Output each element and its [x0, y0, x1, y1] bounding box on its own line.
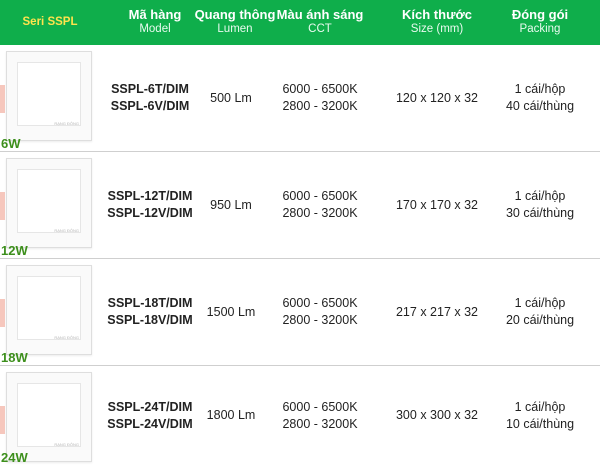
- packing-cell: 1 cái/hộp 10 cái/thùng: [490, 366, 590, 465]
- model-code: SSPL-12V/DIM: [107, 206, 193, 220]
- model-code: SSPL-24T/DIM: [107, 399, 193, 414]
- packing-value: 10 cái/thùng: [505, 416, 575, 431]
- brand-mark: RẠNG ĐÔNG: [54, 121, 79, 126]
- wattage-label: 6W: [1, 136, 21, 151]
- header-lumen-sub: Lumen: [217, 23, 253, 35]
- cct-cell: 6000 - 6500K 2800 - 3200K: [266, 45, 374, 151]
- series-label: Seri SSPL: [22, 16, 78, 28]
- packing-value: 1 cái/hộp: [514, 82, 566, 96]
- product-image: RẠNG ĐÔNG: [6, 158, 92, 248]
- packing-value: 1 cái/hộp: [514, 399, 566, 414]
- brand-mark: RẠNG ĐÔNG: [54, 228, 79, 233]
- lumen-cell: 950 Lm: [198, 152, 264, 258]
- wattage-label: 24W: [1, 450, 28, 465]
- model-code: SSPL-12T/DIM: [107, 189, 193, 203]
- header-size: Kích thước Size (mm): [384, 0, 490, 45]
- header-size-title: Kích thước: [402, 7, 472, 22]
- image-accent: [0, 192, 5, 220]
- model-code: SSPL-24V/DIM: [107, 416, 193, 431]
- cct-value: 6000 - 6500K: [282, 399, 358, 414]
- wattage-label: 12W: [1, 243, 28, 258]
- product-image: RẠNG ĐÔNG: [6, 265, 92, 355]
- panel-face: [17, 383, 81, 447]
- cct-cell: 6000 - 6500K 2800 - 3200K: [266, 152, 374, 258]
- lumen-cell: 1800 Lm: [198, 366, 264, 465]
- packing-cell: 1 cái/hộp 30 cái/thùng: [490, 152, 590, 258]
- model-cell: SSPL-12T/DIM SSPL-12V/DIM: [98, 152, 202, 258]
- header-lumen-title: Quang thông: [194, 7, 276, 22]
- cct-value: 6000 - 6500K: [282, 82, 358, 96]
- lumen-value: 1500 Lm: [206, 304, 256, 319]
- lumen-cell: 500 Lm: [198, 45, 264, 151]
- cct-cell: 6000 - 6500K 2800 - 3200K: [266, 366, 374, 465]
- cct-value: 2800 - 3200K: [282, 99, 358, 113]
- cct-cell: 6000 - 6500K 2800 - 3200K: [266, 259, 374, 365]
- packing-value: 40 cái/thùng: [505, 99, 575, 113]
- packing-value: 30 cái/thùng: [505, 206, 575, 220]
- cct-value: 6000 - 6500K: [282, 296, 358, 310]
- model-cell: SSPL-24T/DIM SSPL-24V/DIM: [98, 366, 202, 465]
- panel-face: [17, 169, 81, 233]
- cct-value: 2800 - 3200K: [282, 206, 358, 220]
- size-value: 217 x 217 x 32: [395, 304, 478, 319]
- model-code: SSPL-18T/DIM: [107, 296, 193, 310]
- table-row: RẠNG ĐÔNG 24W SSPL-24T/DIM SSPL-24V/DIM …: [0, 366, 600, 465]
- size-cell: 217 x 217 x 32: [384, 259, 490, 365]
- table-row: RẠNG ĐÔNG 18W SSPL-18T/DIM SSPL-18V/DIM …: [0, 259, 600, 365]
- image-accent: [0, 299, 5, 327]
- lumen-cell: 1500 Lm: [198, 259, 264, 365]
- table-row: RẠNG ĐÔNG 12W SSPL-12T/DIM SSPL-12V/DIM …: [0, 152, 600, 258]
- header-cct: Màu ánh sáng CCT: [268, 0, 372, 45]
- product-image: RẠNG ĐÔNG: [6, 51, 92, 141]
- spec-table: Seri SSPL Mã hàng Model Quang thông Lume…: [0, 0, 600, 465]
- packing-value: 20 cái/thùng: [505, 313, 575, 327]
- header-packing-title: Đóng gói: [511, 7, 569, 22]
- header-packing: Đóng gói Packing: [490, 0, 590, 45]
- size-cell: 120 x 120 x 32: [384, 45, 490, 151]
- model-code: SSPL-18V/DIM: [107, 313, 193, 327]
- packing-value: 1 cái/hộp: [514, 189, 566, 203]
- size-value: 300 x 300 x 32: [395, 408, 478, 422]
- model-code: SSPL-6T/DIM: [111, 82, 189, 96]
- packing-cell: 1 cái/hộp 20 cái/thùng: [490, 259, 590, 365]
- panel-face: [17, 62, 81, 126]
- header-cct-title: Màu ánh sáng: [276, 7, 364, 22]
- header-size-sub: Size (mm): [410, 23, 464, 35]
- lumen-value: 500 Lm: [210, 90, 252, 105]
- model-cell: SSPL-6T/DIM SSPL-6V/DIM: [98, 45, 202, 151]
- table-header: Seri SSPL Mã hàng Model Quang thông Lume…: [0, 0, 600, 45]
- cct-value: 2800 - 3200K: [282, 313, 358, 327]
- model-code: SSPL-6V/DIM: [110, 99, 190, 113]
- product-image: RẠNG ĐÔNG: [6, 372, 92, 462]
- size-cell: 300 x 300 x 32: [384, 366, 490, 465]
- size-value: 120 x 120 x 32: [395, 90, 478, 105]
- panel-face: [17, 276, 81, 340]
- header-lumen: Quang thông Lumen: [190, 0, 280, 45]
- size-value: 170 x 170 x 32: [395, 197, 478, 212]
- wattage-label: 18W: [1, 350, 28, 365]
- lumen-value: 1800 Lm: [206, 408, 256, 422]
- lumen-value: 950 Lm: [210, 197, 252, 212]
- model-cell: SSPL-18T/DIM SSPL-18V/DIM: [98, 259, 202, 365]
- size-cell: 170 x 170 x 32: [384, 152, 490, 258]
- header-packing-sub: Packing: [519, 23, 561, 35]
- image-accent: [0, 85, 5, 113]
- brand-mark: RẠNG ĐÔNG: [54, 442, 79, 447]
- packing-value: 1 cái/hộp: [514, 296, 566, 310]
- table-row: RẠNG ĐÔNG 6W SSPL-6T/DIM SSPL-6V/DIM 500…: [0, 45, 600, 151]
- cct-value: 6000 - 6500K: [282, 189, 358, 203]
- packing-cell: 1 cái/hộp 40 cái/thùng: [490, 45, 590, 151]
- image-accent: [0, 406, 5, 434]
- header-cct-sub: CCT: [308, 23, 332, 35]
- brand-mark: RẠNG ĐÔNG: [54, 335, 79, 340]
- cct-value: 2800 - 3200K: [282, 416, 358, 431]
